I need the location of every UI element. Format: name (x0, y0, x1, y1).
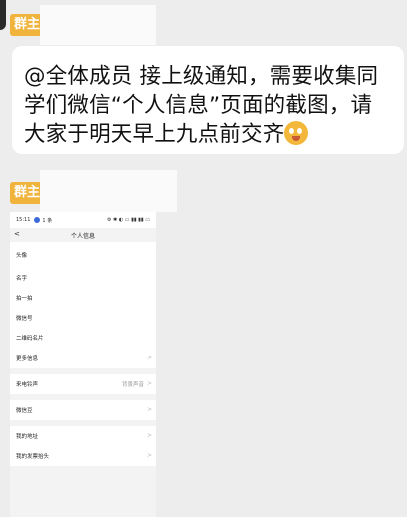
address-group: 我的地址 > 我的发票抬头 > (10, 426, 156, 466)
redaction-patch (142, 316, 156, 356)
status-bar: 15:11 1 条 ⚙ ✱ ◐ ▭ ▮▮ ▮▮ ▭ (10, 212, 156, 228)
row-label: 我的发票抬头 (16, 454, 50, 460)
row-qr-card[interactable]: 二维码名片 (10, 328, 156, 348)
owner-badge: 群主 (10, 14, 45, 36)
status-icons: ⚙ ✱ ◐ ▭ ▮▮ ▮▮ ▭ (106, 217, 150, 223)
redaction-patch (128, 256, 156, 316)
nav-bar: < 个人信息 (10, 228, 156, 242)
notification-dot-icon (34, 217, 41, 223)
row-label: 头像 (16, 253, 28, 259)
row-value: 背景声音 (121, 382, 144, 388)
shocked-face-emoji-icon (284, 121, 309, 145)
status-badge: 1 条 (42, 217, 53, 224)
row-wechat-beans[interactable]: 微信豆 > (10, 400, 156, 420)
row-label: 我的地址 (16, 434, 39, 440)
row-label: 更多信息 (16, 356, 39, 362)
sender-name-redaction-2 (40, 170, 177, 212)
row-label: 来电铃声 (16, 382, 39, 388)
chevron-right-icon: > (146, 380, 152, 387)
row-more-info[interactable]: 更多信息 > (10, 348, 156, 368)
message-bubble[interactable]: @全体成员 接上级通知，需要收集同学们微信“个人信息”页面的截图，请大家于明天早… (12, 46, 404, 154)
beans-group: 微信豆 > (10, 400, 156, 420)
screenshot-image[interactable]: 15:11 1 条 ⚙ ✱ ◐ ▭ ▮▮ ▮▮ ▭ < 个人信息 头像 名字 拍… (10, 212, 156, 517)
status-time: 15:11 (16, 217, 31, 223)
chevron-right-icon: > (146, 406, 152, 413)
sender-name-redaction (40, 5, 156, 45)
message-1: 群主 @全体成员 接上级通知，需要收集同学们微信“个人信息”页面的截图，请大家于… (0, 0, 407, 160)
row-invoice[interactable]: 我的发票抬头 > (10, 446, 156, 466)
row-label: 二维码名片 (16, 336, 44, 342)
row-address[interactable]: 我的地址 > (10, 426, 156, 446)
row-label: 微信豆 (16, 408, 33, 414)
row-label: 微信号 (16, 316, 33, 322)
message-text: @全体成员 接上级通知，需要收集同学们微信“个人信息”页面的截图，请大家于明天早… (24, 64, 379, 147)
chevron-right-icon: > (146, 432, 152, 439)
chevron-right-icon: > (146, 452, 152, 459)
ringtone-group: 来电铃声 背景声音 > (10, 374, 156, 394)
row-label: 名字 (16, 276, 28, 282)
page-title: 个人信息 (70, 233, 95, 240)
row-label: 拍一拍 (16, 296, 33, 302)
row-ringtone[interactable]: 来电铃声 背景声音 > (10, 374, 156, 394)
owner-badge-2: 群主 (10, 182, 45, 204)
